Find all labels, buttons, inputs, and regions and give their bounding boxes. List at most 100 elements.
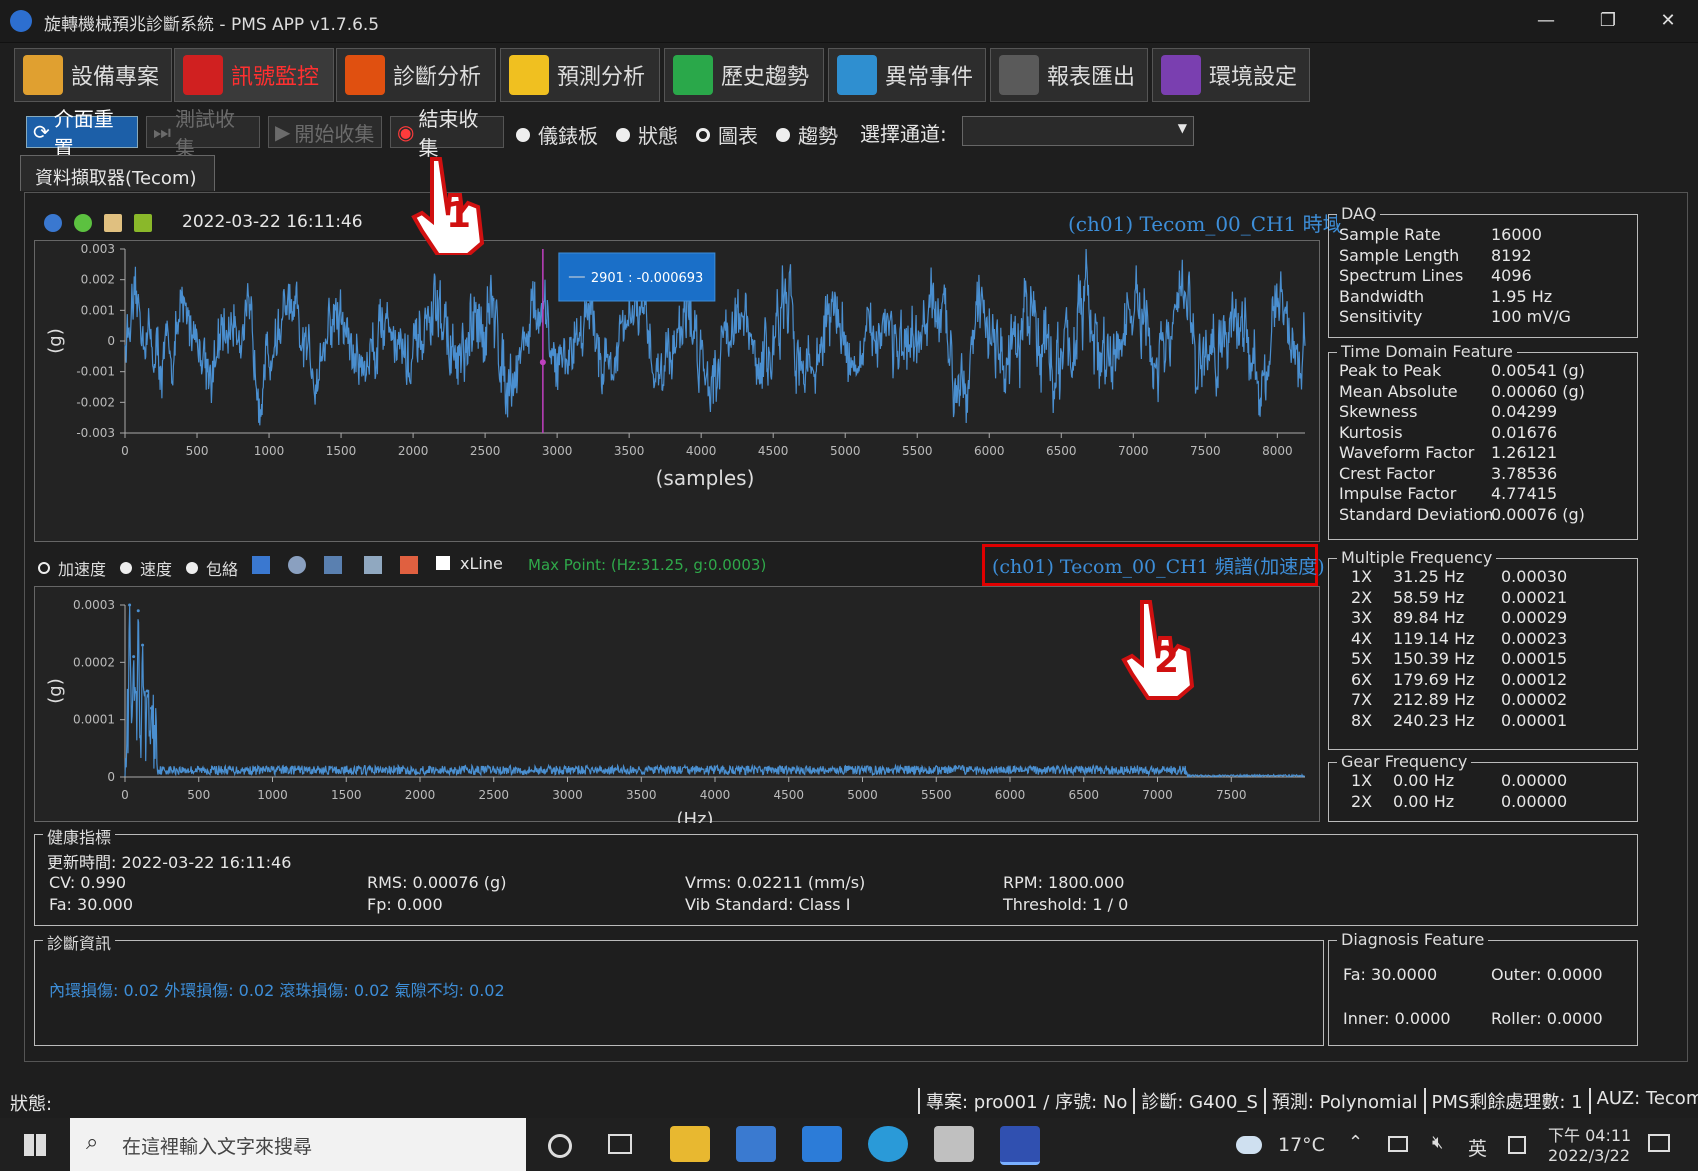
tab-prediction-analysis[interactable]: 預測分析	[500, 48, 660, 102]
diagnosis-feature-group: Diagnosis Feature Fa: 30.0000 Outer: 0.0…	[1328, 930, 1638, 1046]
time_feature-v: 0.00541 (g)	[1491, 361, 1585, 380]
tab-equipment-project[interactable]: 設備專案	[14, 48, 172, 102]
time_feature-k: Peak to Peak	[1339, 361, 1442, 380]
bar-chart-icon[interactable]	[400, 556, 418, 574]
start-collect-button[interactable]: ▶ 開始收集	[268, 116, 382, 148]
filter-icon[interactable]	[364, 556, 382, 574]
zoom-icon[interactable]	[288, 556, 306, 574]
store-icon[interactable]	[736, 1126, 776, 1162]
status-segment: 專案: pro001 / 序號: No	[918, 1088, 1133, 1114]
time_feature-v: 0.04299	[1491, 402, 1558, 421]
windows-start-icon[interactable]	[24, 1134, 46, 1156]
x-tick-label: 2000	[405, 788, 436, 802]
spectrum-peak	[132, 655, 136, 659]
mail-icon[interactable]	[802, 1126, 842, 1162]
y-tick-label: 0.002	[81, 273, 115, 287]
multi_freq-hz: 179.69 Hz	[1393, 669, 1475, 689]
cursor-tooltip-text: 2901 : -0.000693	[591, 271, 703, 286]
time-feature-group: Time Domain Feature Peak to Peak 0.00541 …	[1328, 342, 1638, 540]
x-tick-label: 0	[121, 788, 129, 802]
ime-mode-icon[interactable]	[1508, 1136, 1526, 1154]
x-tick-label: 500	[186, 444, 209, 458]
radio-dashboard[interactable]: 儀錶板	[516, 120, 598, 149]
edge-browser-icon[interactable]	[868, 1126, 908, 1162]
network-icon[interactable]	[1388, 1136, 1408, 1152]
multi_freq-v: 0.00030	[1501, 567, 1568, 586]
cortana-icon[interactable]	[548, 1134, 572, 1158]
info-icon[interactable]	[44, 214, 62, 232]
radio-trend[interactable]: 趨勢	[776, 120, 838, 149]
radio-envelope[interactable]: 包絡	[186, 556, 238, 580]
reset-button[interactable]: ⟳ 介面重置	[26, 107, 138, 160]
signal-icon	[183, 55, 223, 95]
tab-signal-monitor[interactable]: 訊號監控	[174, 48, 334, 102]
x-tick-label: 7500	[1190, 444, 1221, 458]
tab-report-export[interactable]: 報表匯出	[990, 48, 1148, 102]
gear_freq-n: 1X	[1351, 771, 1373, 790]
volume-mute-icon[interactable]: 🔇︎	[1432, 1132, 1443, 1153]
pms-app-icon[interactable]	[1000, 1126, 1040, 1165]
xline-checkbox[interactable]	[436, 556, 450, 570]
pointer-hand-annotation-1: 1	[410, 155, 490, 257]
x-tick-label: 7500	[1216, 788, 1247, 802]
tab-data-collector[interactable]: 資料擷取器(Tecom)	[20, 155, 215, 191]
snipping-tool-icon[interactable]	[934, 1126, 974, 1162]
tag-icon	[23, 55, 63, 95]
status-segment: PMS剩餘處理數: 1	[1423, 1088, 1589, 1114]
chevron-up-icon[interactable]: ⌃	[1348, 1132, 1363, 1153]
package-icon[interactable]	[134, 214, 152, 232]
test-collect-button[interactable]: ⏭ 測試收集	[146, 107, 260, 160]
radio-chart[interactable]: 圖表	[696, 120, 758, 149]
tab-settings[interactable]: 環境設定	[1152, 48, 1310, 102]
weather-temp[interactable]: 17°C	[1278, 1134, 1325, 1156]
weather-cloud-icon[interactable]	[1236, 1136, 1262, 1154]
minimize-button[interactable]: —	[1516, 4, 1576, 38]
daq-v: 16000	[1491, 225, 1542, 244]
radio-status[interactable]: 狀態	[616, 120, 678, 149]
tab-diagnosis-analysis[interactable]: 診斷分析	[336, 48, 496, 102]
close-button[interactable]: ✕	[1638, 4, 1698, 38]
clock-date[interactable]: 2022/3/22	[1548, 1146, 1630, 1165]
channel-select[interactable]: ▼	[962, 116, 1194, 146]
layers-icon	[837, 55, 877, 95]
time_feature-k: Skewness	[1339, 402, 1418, 421]
multi_freq-n: 1X	[1351, 567, 1373, 586]
restore-button[interactable]: ❐	[1578, 4, 1638, 38]
tab-abnormal-events[interactable]: 異常事件	[828, 48, 986, 102]
multi_freq-v: 0.00029	[1501, 608, 1568, 627]
x-tick-label: 6500	[1068, 788, 1099, 802]
y-tick-label: -0.002	[76, 395, 115, 409]
spectrum-peak	[128, 603, 132, 607]
radio-acceleration[interactable]: 加速度	[38, 556, 106, 580]
daq-k: Spectrum Lines	[1339, 266, 1464, 285]
task-view-icon[interactable]	[608, 1134, 632, 1154]
refresh-icon: ⟳	[33, 120, 50, 144]
annotation-number-2: 2	[1154, 640, 1180, 681]
stop-collect-button[interactable]: ◉ 結束收集	[390, 107, 504, 160]
status-segment: 預測: Polynomial	[1263, 1088, 1424, 1114]
multi_freq-hz: 150.39 Hz	[1393, 649, 1475, 668]
x-tick-label: 1500	[326, 444, 357, 458]
time-domain-chart[interactable]: 0.003 0.002 0.001 0 -0.001 -0.002 -0.003 0 500 10…	[35, 241, 1321, 543]
multi_freq-n: 4X	[1351, 628, 1373, 648]
notification-icon[interactable]	[1648, 1134, 1670, 1152]
taskbar-search-box[interactable]: ⌕ 在這裡輸入文字來搜尋	[70, 1118, 526, 1171]
ime-indicator[interactable]: 英	[1468, 1134, 1487, 1161]
diag-roller: Roller: 0.0000	[1491, 1009, 1603, 1028]
tab-history-trend[interactable]: 歷史趨勢	[664, 48, 824, 102]
x-tick-label: 4000	[700, 788, 731, 802]
time_feature-k: Standard Deviation	[1339, 504, 1494, 524]
gear-frequency-group: Gear Frequency 1X 0.00 Hz 0.00000 2X 0.00 Hz…	[1328, 752, 1638, 822]
chart-bars-icon[interactable]	[252, 556, 270, 574]
time_feature-k: Waveform Factor	[1339, 443, 1475, 462]
status-segment: 診斷: G400_S	[1133, 1088, 1264, 1114]
note-icon[interactable]	[104, 214, 122, 232]
cursor-point	[539, 359, 546, 366]
file-explorer-icon[interactable]	[670, 1126, 710, 1162]
radio-velocity[interactable]: 速度	[120, 556, 172, 580]
status-bar: 狀態: 專案: pro001 / 序號: No 診斷: G400_S 預測: Pol…	[0, 1086, 1698, 1116]
clock-time[interactable]: 下午 04:11	[1548, 1122, 1631, 1146]
save-icon[interactable]	[324, 556, 342, 574]
x-tick-label: 3000	[542, 444, 573, 458]
y-tick-label: 0.0003	[73, 598, 115, 612]
